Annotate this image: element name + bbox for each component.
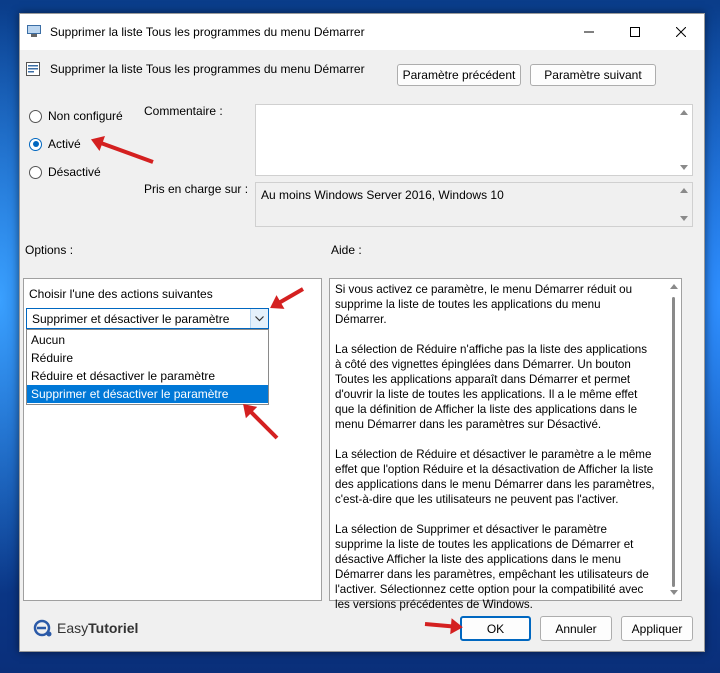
options-label: Options :	[25, 243, 74, 257]
radio-label: Non configuré	[48, 109, 123, 123]
option-aucun[interactable]: Aucun	[27, 331, 268, 349]
help-paragraph: La sélection de Supprimer et désactiver …	[335, 523, 649, 611]
maximize-icon	[630, 27, 640, 37]
radio-circle[interactable]	[29, 165, 42, 179]
minimize-button[interactable]	[566, 14, 612, 50]
help-panel: Si vous activez ce paramètre, le menu Dé…	[329, 278, 682, 611]
help-text: Si vous activez ce paramètre, le menu Dé…	[335, 282, 655, 627]
scroll-up-icon[interactable]	[670, 284, 678, 289]
minimize-icon	[584, 31, 594, 33]
supported-on-field: Au moins Windows Server 2016, Windows 10	[255, 182, 693, 227]
scroll-up-icon[interactable]	[680, 110, 688, 115]
title-bar: Supprimer la liste Tous les programmes d…	[20, 14, 704, 50]
ok-button[interactable]: OK	[460, 616, 531, 641]
select-value: Supprimer et désactiver le paramètre	[32, 312, 230, 326]
supported-scrollbar[interactable]	[677, 183, 692, 226]
next-setting-button[interactable]: Paramètre suivant	[530, 64, 656, 86]
radio-circle[interactable]	[29, 137, 42, 151]
radio-circle[interactable]	[29, 109, 42, 123]
dropdown-toggle[interactable]	[250, 309, 268, 328]
help-scrollbar[interactable]	[667, 279, 681, 600]
comment-label: Commentaire :	[144, 104, 223, 118]
scroll-down-icon[interactable]	[680, 216, 688, 221]
logo-tutoriel: Tutoriel	[88, 620, 139, 636]
supported-value: Au moins Windows Server 2016, Windows 10	[261, 188, 504, 202]
cancel-button[interactable]: Annuler	[540, 616, 612, 641]
help-paragraph: La sélection de Réduire et désactiver le…	[335, 448, 655, 506]
scroll-thumb[interactable]	[672, 297, 675, 587]
policy-dialog: Supprimer la liste Tous les programmes d…	[19, 13, 705, 652]
radio-not-configured[interactable]: Non configuré	[29, 109, 123, 123]
option-reduire-desactiver[interactable]: Réduire et désactiver le paramètre	[27, 367, 268, 385]
close-icon	[676, 27, 686, 37]
option-supprimer-desactiver[interactable]: Supprimer et désactiver le paramètre	[27, 385, 268, 403]
supported-label: Pris en charge sur :	[144, 182, 249, 196]
chevron-down-icon	[255, 315, 264, 321]
help-paragraph: La sélection de Réduire n'affiche pas la…	[335, 343, 648, 431]
help-label: Aide :	[331, 243, 362, 257]
logo-easy: Easy	[57, 620, 89, 636]
radio-enabled[interactable]: Activé	[29, 137, 81, 151]
group-policy-icon	[27, 25, 41, 37]
previous-setting-button[interactable]: Paramètre précédent	[397, 64, 521, 86]
comment-textarea[interactable]	[255, 104, 693, 176]
choose-action-label: Choisir l'une des actions suivantes	[29, 287, 213, 301]
easytutoriel-logo: Easy Tutoriel	[33, 618, 138, 638]
scroll-down-icon[interactable]	[670, 590, 678, 595]
close-button[interactable]	[658, 14, 704, 50]
option-reduire[interactable]: Réduire	[27, 349, 268, 367]
window-title: Supprimer la liste Tous les programmes d…	[50, 25, 365, 39]
action-select[interactable]: Supprimer et désactiver le paramètre	[26, 308, 269, 329]
policy-title: Supprimer la liste Tous les programmes d…	[50, 62, 365, 76]
radio-label: Désactivé	[48, 165, 101, 179]
easytutoriel-logo-icon	[33, 619, 52, 637]
radio-label: Activé	[48, 137, 81, 151]
scroll-down-icon[interactable]	[680, 165, 688, 170]
help-paragraph: Si vous activez ce paramètre, le menu Dé…	[335, 283, 633, 326]
comment-scrollbar[interactable]	[677, 105, 692, 175]
scroll-up-icon[interactable]	[680, 188, 688, 193]
policy-setting-icon	[26, 62, 40, 76]
maximize-button[interactable]	[612, 14, 658, 50]
radio-disabled[interactable]: Désactivé	[29, 165, 101, 179]
apply-button[interactable]: Appliquer	[621, 616, 693, 641]
action-dropdown-list: Aucun Réduire Réduire et désactiver le p…	[26, 329, 269, 405]
